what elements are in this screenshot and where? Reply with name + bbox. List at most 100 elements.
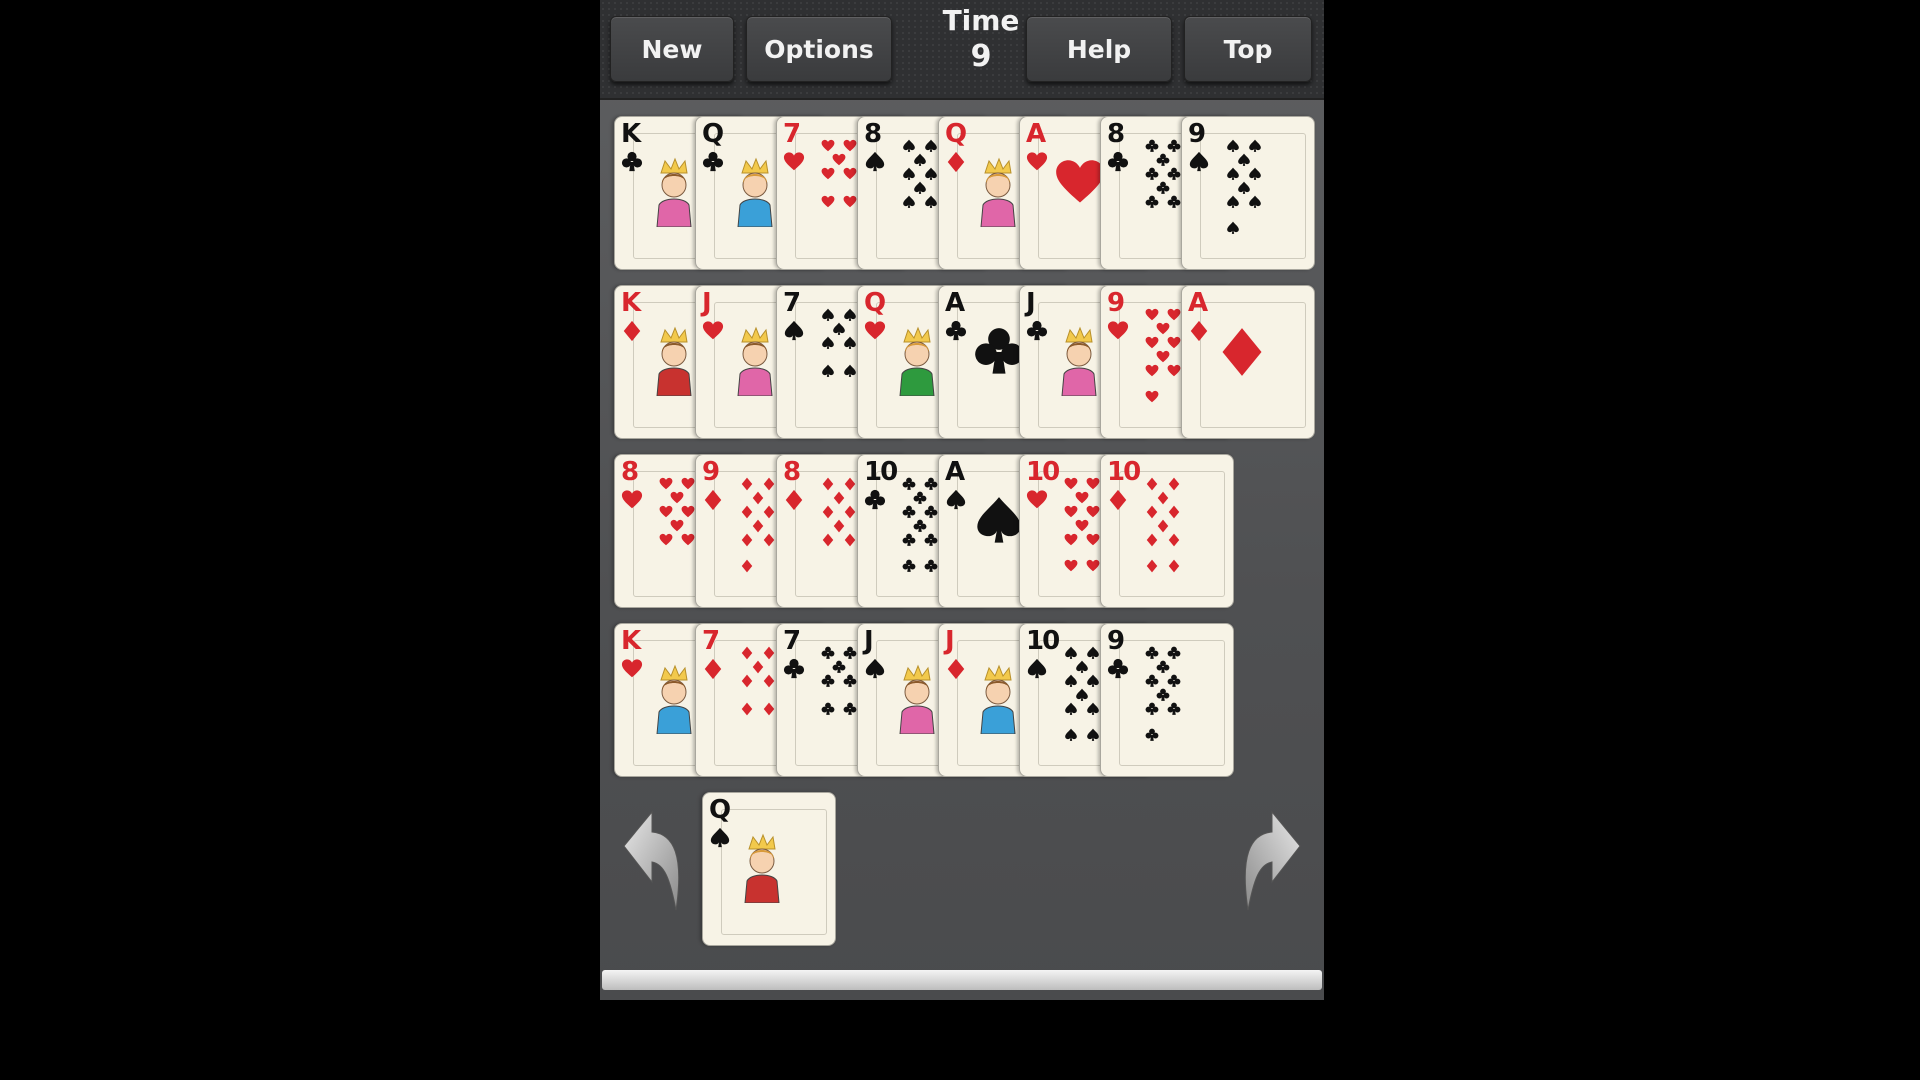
- pip-icon: [1156, 688, 1170, 701]
- pip-icon: [1156, 660, 1170, 673]
- card-rank: J: [702, 288, 712, 318]
- pip-icon: [821, 195, 835, 208]
- card-a-of-diamonds[interactable]: A: [1181, 285, 1315, 439]
- pip-icon: [1167, 139, 1181, 152]
- heart-suit-icon: [1026, 152, 1048, 171]
- redo-arrow-icon[interactable]: [1236, 806, 1306, 916]
- top-scores-button[interactable]: Top: [1184, 16, 1312, 82]
- pip-icon: [763, 505, 775, 519]
- pip-icon: [659, 505, 673, 518]
- card-rank: K: [621, 119, 641, 149]
- pip-icon: [1076, 660, 1088, 673]
- pip-icon: [741, 674, 753, 688]
- pip-icon: [1146, 533, 1158, 547]
- new-game-button[interactable]: New: [610, 16, 734, 82]
- pip-icon: [822, 308, 834, 321]
- pip-icon: [1168, 533, 1180, 547]
- club-suit-icon: [864, 489, 886, 510]
- face-card-figure-icon: [656, 326, 692, 396]
- pip-icon: [1168, 559, 1180, 573]
- face-card-figure-icon: [1061, 326, 1097, 396]
- pip-icon: [902, 505, 916, 518]
- pip-icon: [681, 477, 695, 490]
- pip-icon: [1086, 477, 1100, 490]
- spade-suit-icon: [1027, 658, 1047, 679]
- ace-center-pip-icon: [977, 497, 1021, 543]
- pip-icon: [752, 491, 764, 505]
- help-button[interactable]: Help: [1026, 16, 1172, 82]
- pip-icon: [1075, 519, 1089, 532]
- face-card-figure-icon: [737, 157, 773, 227]
- pip-icon: [914, 181, 926, 194]
- pip-icon: [821, 646, 835, 659]
- diamond-suit-icon: [704, 658, 722, 680]
- pip-icon: [1227, 167, 1239, 180]
- pip-icon: [1167, 308, 1181, 321]
- card-rank: 9: [1107, 626, 1125, 656]
- card-rank: Q: [709, 795, 731, 825]
- pip-icon: [843, 195, 857, 208]
- ace-center-pip-icon: [975, 328, 1023, 374]
- pip-icon: [1156, 153, 1170, 166]
- pip-icon: [843, 674, 857, 687]
- pip-icon: [924, 505, 938, 518]
- pip-icon: [924, 559, 938, 572]
- pip-icon: [822, 533, 834, 547]
- pip-icon: [670, 491, 684, 504]
- card-rank: J: [864, 626, 874, 656]
- heart-suit-icon: [702, 321, 724, 340]
- pip-icon: [752, 519, 764, 533]
- undo-arrow-icon[interactable]: [618, 806, 688, 916]
- card-rank: A: [945, 288, 965, 318]
- pip-icon: [1086, 505, 1100, 518]
- pip-icon: [821, 674, 835, 687]
- card-rank: A: [1188, 288, 1208, 318]
- pip-icon: [1145, 646, 1159, 659]
- club-suit-icon: [621, 151, 643, 172]
- pip-icon: [1086, 533, 1100, 546]
- card-9-of-spades[interactable]: 9: [1181, 116, 1315, 270]
- pip-icon: [1167, 702, 1181, 715]
- face-card-figure-icon: [899, 664, 935, 734]
- card-rank: 9: [702, 457, 720, 487]
- pip-icon: [1145, 308, 1159, 321]
- card-9-of-clubs[interactable]: 9: [1100, 623, 1234, 777]
- card-rank: 10: [864, 457, 898, 487]
- club-suit-icon: [1107, 658, 1129, 679]
- game-window: New Options Time 9 Help Top K Q 7 8 Q A 8 9 K: [600, 0, 1324, 1000]
- card-rank: 9: [1188, 119, 1206, 149]
- card-rank: 8: [783, 457, 801, 487]
- pip-icon: [1156, 350, 1170, 363]
- pip-icon: [1167, 364, 1181, 377]
- heart-suit-icon: [864, 321, 886, 340]
- face-card-figure-icon: [656, 157, 692, 227]
- card-rank: 10: [1026, 457, 1060, 487]
- pip-icon: [822, 477, 834, 491]
- pip-icon: [1167, 646, 1181, 659]
- card-rank: J: [1026, 288, 1036, 318]
- card-rank: 7: [783, 119, 801, 149]
- diamond-suit-icon: [947, 658, 965, 680]
- heart-suit-icon: [621, 490, 643, 509]
- card-10-of-diamonds[interactable]: 10: [1100, 454, 1234, 608]
- pip-icon: [925, 139, 937, 152]
- pip-icon: [1065, 646, 1077, 659]
- club-suit-icon: [1107, 151, 1129, 172]
- pip-icon: [902, 477, 916, 490]
- heart-suit-icon: [783, 152, 805, 171]
- spade-suit-icon: [710, 827, 730, 848]
- pip-icon: [1157, 519, 1169, 533]
- stock-card[interactable]: Q: [702, 792, 836, 946]
- pip-icon: [1227, 221, 1239, 234]
- pip-icon: [1064, 533, 1078, 546]
- card-rank: 7: [702, 626, 720, 656]
- face-card-figure-icon: [737, 326, 773, 396]
- pip-icon: [821, 139, 835, 152]
- pip-icon: [1146, 505, 1158, 519]
- pip-icon: [1249, 139, 1261, 152]
- face-card-figure-icon: [980, 664, 1016, 734]
- pip-icon: [1065, 674, 1077, 687]
- options-button[interactable]: Options: [746, 16, 892, 82]
- pip-icon: [1249, 195, 1261, 208]
- pip-icon: [924, 533, 938, 546]
